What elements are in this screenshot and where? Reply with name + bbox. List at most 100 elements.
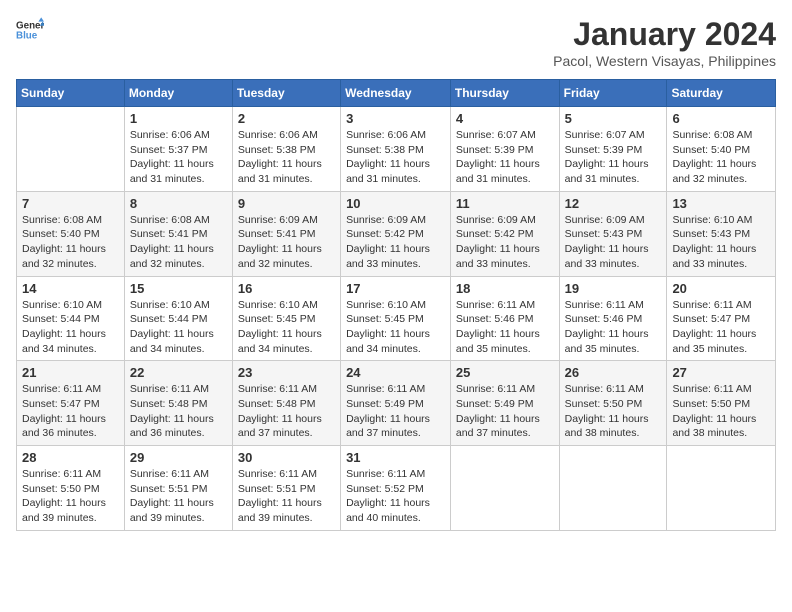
day-number: 27 (672, 365, 770, 380)
day-info: Sunrise: 6:11 AMSunset: 5:50 PMDaylight:… (565, 382, 662, 441)
day-number: 5 (565, 111, 662, 126)
day-number: 25 (456, 365, 554, 380)
day-number: 19 (565, 281, 662, 296)
day-info: Sunrise: 6:11 AMSunset: 5:49 PMDaylight:… (456, 382, 554, 441)
calendar-cell: 25 Sunrise: 6:11 AMSunset: 5:49 PMDayligh… (450, 361, 559, 446)
day-info: Sunrise: 6:09 AMSunset: 5:43 PMDaylight:… (565, 213, 662, 272)
day-number: 22 (130, 365, 227, 380)
weekday-header-wednesday: Wednesday (341, 80, 451, 107)
calendar-cell: 10 Sunrise: 6:09 AMSunset: 5:42 PMDayligh… (341, 191, 451, 276)
day-number: 28 (22, 450, 119, 465)
day-number: 23 (238, 365, 335, 380)
day-info: Sunrise: 6:06 AMSunset: 5:38 PMDaylight:… (238, 128, 335, 187)
day-number: 4 (456, 111, 554, 126)
day-info: Sunrise: 6:10 AMSunset: 5:44 PMDaylight:… (130, 298, 227, 357)
day-number: 9 (238, 196, 335, 211)
weekday-header-tuesday: Tuesday (232, 80, 340, 107)
day-info: Sunrise: 6:10 AMSunset: 5:45 PMDaylight:… (346, 298, 445, 357)
calendar-cell: 4 Sunrise: 6:07 AMSunset: 5:39 PMDaylight… (450, 107, 559, 192)
calendar-cell (559, 446, 667, 531)
calendar-cell: 7 Sunrise: 6:08 AMSunset: 5:40 PMDaylight… (17, 191, 125, 276)
day-number: 6 (672, 111, 770, 126)
day-info: Sunrise: 6:10 AMSunset: 5:45 PMDaylight:… (238, 298, 335, 357)
day-info: Sunrise: 6:11 AMSunset: 5:51 PMDaylight:… (238, 467, 335, 526)
calendar-cell: 21 Sunrise: 6:11 AMSunset: 5:47 PMDayligh… (17, 361, 125, 446)
calendar-cell: 2Sunrise: 6:06 AMSunset: 5:38 PMDaylight… (232, 107, 340, 192)
day-info: Sunrise: 6:11 AMSunset: 5:48 PMDaylight:… (130, 382, 227, 441)
calendar-cell: 31Sunrise: 6:11 AMSunset: 5:52 PMDayligh… (341, 446, 451, 531)
weekday-header-saturday: Saturday (667, 80, 776, 107)
weekday-header-monday: Monday (124, 80, 232, 107)
day-number: 30 (238, 450, 335, 465)
day-number: 10 (346, 196, 445, 211)
calendar-cell: 27Sunrise: 6:11 AMSunset: 5:50 PMDayligh… (667, 361, 776, 446)
page-header: General Blue January 2024 Pacol, Western… (16, 16, 776, 69)
calendar-cell: 15 Sunrise: 6:10 AMSunset: 5:44 PMDayligh… (124, 276, 232, 361)
day-info: Sunrise: 6:11 AMSunset: 5:49 PMDaylight:… (346, 382, 445, 441)
calendar-cell: 19 Sunrise: 6:11 AMSunset: 5:46 PMDayligh… (559, 276, 667, 361)
calendar-cell: 12 Sunrise: 6:09 AMSunset: 5:43 PMDayligh… (559, 191, 667, 276)
main-title: January 2024 (553, 16, 776, 53)
day-info: Sunrise: 6:07 AMSunset: 5:39 PMDaylight:… (456, 128, 554, 187)
day-number: 31 (346, 450, 445, 465)
calendar-cell: 29 Sunrise: 6:11 AMSunset: 5:51 PMDayligh… (124, 446, 232, 531)
calendar-cell: 30 Sunrise: 6:11 AMSunset: 5:51 PMDayligh… (232, 446, 340, 531)
day-number: 13 (672, 196, 770, 211)
day-info: Sunrise: 6:11 AMSunset: 5:47 PMDaylight:… (672, 298, 770, 357)
day-info: Sunrise: 6:11 AMSunset: 5:46 PMDaylight:… (565, 298, 662, 357)
day-number: 15 (130, 281, 227, 296)
day-number: 11 (456, 196, 554, 211)
calendar-week-4: 21 Sunrise: 6:11 AMSunset: 5:47 PMDayligh… (17, 361, 776, 446)
day-number: 14 (22, 281, 119, 296)
weekday-header-friday: Friday (559, 80, 667, 107)
calendar-cell (17, 107, 125, 192)
svg-text:Blue: Blue (16, 30, 38, 41)
day-info: Sunrise: 6:09 AMSunset: 5:42 PMDaylight:… (346, 213, 445, 272)
day-number: 24 (346, 365, 445, 380)
calendar-header: SundayMondayTuesdayWednesdayThursdayFrid… (17, 80, 776, 107)
day-info: Sunrise: 6:11 AMSunset: 5:48 PMDaylight:… (238, 382, 335, 441)
day-info: Sunrise: 6:11 AMSunset: 5:46 PMDaylight:… (456, 298, 554, 357)
day-number: 21 (22, 365, 119, 380)
calendar-week-3: 14 Sunrise: 6:10 AMSunset: 5:44 PMDayligh… (17, 276, 776, 361)
calendar-cell: 26Sunrise: 6:11 AMSunset: 5:50 PMDayligh… (559, 361, 667, 446)
calendar-cell: 13 Sunrise: 6:10 AMSunset: 5:43 PMDayligh… (667, 191, 776, 276)
day-info: Sunrise: 6:07 AMSunset: 5:39 PMDaylight:… (565, 128, 662, 187)
day-info: Sunrise: 6:11 AMSunset: 5:51 PMDaylight:… (130, 467, 227, 526)
day-info: Sunrise: 6:11 AMSunset: 5:47 PMDaylight:… (22, 382, 119, 441)
calendar-week-5: 28 Sunrise: 6:11 AMSunset: 5:50 PMDayligh… (17, 446, 776, 531)
calendar-body: 1 Sunrise: 6:06 AMSunset: 5:37 PMDaylight… (17, 107, 776, 531)
day-number: 7 (22, 196, 119, 211)
day-info: Sunrise: 6:11 AMSunset: 5:50 PMDaylight:… (22, 467, 119, 526)
calendar-cell: 11 Sunrise: 6:09 AMSunset: 5:42 PMDayligh… (450, 191, 559, 276)
calendar-cell: 18Sunrise: 6:11 AMSunset: 5:46 PMDayligh… (450, 276, 559, 361)
day-info: Sunrise: 6:08 AMSunset: 5:41 PMDaylight:… (130, 213, 227, 272)
day-number: 1 (130, 111, 227, 126)
calendar-week-2: 7 Sunrise: 6:08 AMSunset: 5:40 PMDaylight… (17, 191, 776, 276)
day-number: 12 (565, 196, 662, 211)
calendar-cell: 1 Sunrise: 6:06 AMSunset: 5:37 PMDaylight… (124, 107, 232, 192)
day-number: 29 (130, 450, 227, 465)
calendar-cell: 3 Sunrise: 6:06 AMSunset: 5:38 PMDaylight… (341, 107, 451, 192)
calendar-cell: 5 Sunrise: 6:07 AMSunset: 5:39 PMDaylight… (559, 107, 667, 192)
weekday-row: SundayMondayTuesdayWednesdayThursdayFrid… (17, 80, 776, 107)
title-section: January 2024 Pacol, Western Visayas, Phi… (553, 16, 776, 69)
day-info: Sunrise: 6:10 AMSunset: 5:44 PMDaylight:… (22, 298, 119, 357)
day-number: 17 (346, 281, 445, 296)
calendar-cell: 20Sunrise: 6:11 AMSunset: 5:47 PMDayligh… (667, 276, 776, 361)
weekday-header-thursday: Thursday (450, 80, 559, 107)
calendar-table: SundayMondayTuesdayWednesdayThursdayFrid… (16, 79, 776, 531)
day-number: 16 (238, 281, 335, 296)
calendar-cell: 9Sunrise: 6:09 AMSunset: 5:41 PMDaylight… (232, 191, 340, 276)
logo: General Blue (16, 16, 44, 44)
day-info: Sunrise: 6:08 AMSunset: 5:40 PMDaylight:… (22, 213, 119, 272)
day-number: 3 (346, 111, 445, 126)
calendar-cell (667, 446, 776, 531)
day-info: Sunrise: 6:09 AMSunset: 5:42 PMDaylight:… (456, 213, 554, 272)
subtitle: Pacol, Western Visayas, Philippines (553, 53, 776, 69)
day-info: Sunrise: 6:06 AMSunset: 5:37 PMDaylight:… (130, 128, 227, 187)
day-info: Sunrise: 6:10 AMSunset: 5:43 PMDaylight:… (672, 213, 770, 272)
calendar-cell (450, 446, 559, 531)
day-info: Sunrise: 6:06 AMSunset: 5:38 PMDaylight:… (346, 128, 445, 187)
day-info: Sunrise: 6:08 AMSunset: 5:40 PMDaylight:… (672, 128, 770, 187)
